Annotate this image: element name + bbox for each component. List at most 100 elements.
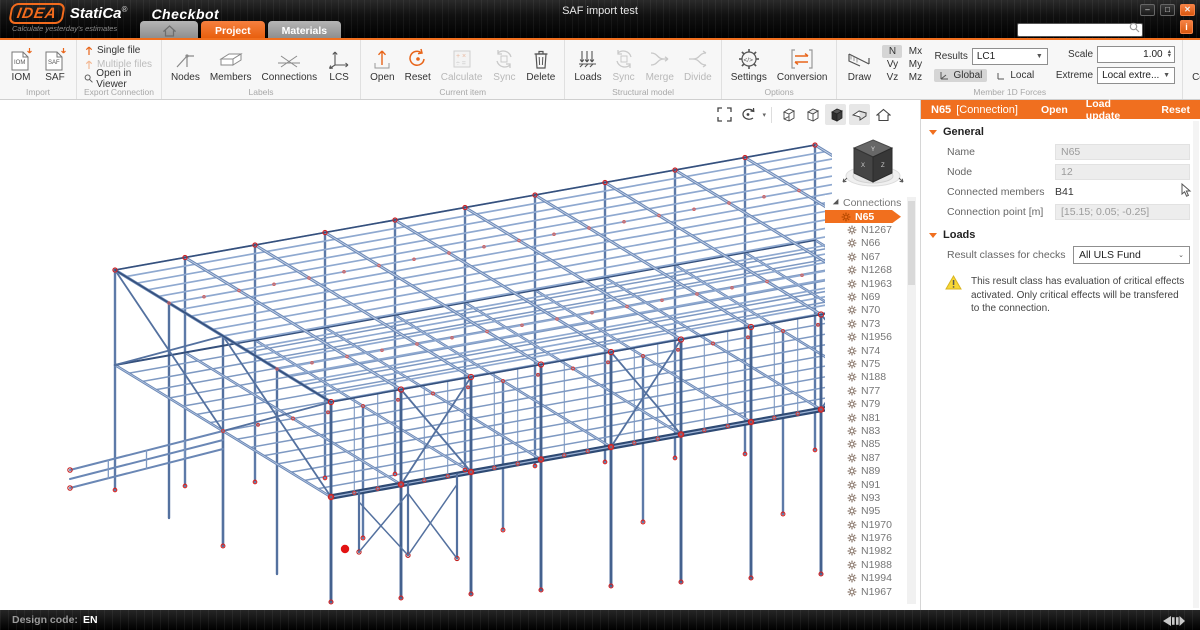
tree-item-connection[interactable]: N188	[825, 371, 920, 384]
tab-materials[interactable]: Materials	[268, 21, 342, 38]
scale-input[interactable]: 1.00 ▲▼	[1097, 46, 1175, 63]
tree-item-connection[interactable]: N1970	[825, 518, 920, 531]
sync-model-button[interactable]: Sync	[610, 45, 638, 84]
tree-item-connection[interactable]: N69	[825, 290, 920, 303]
force-Vz-toggle[interactable]: Vz	[882, 71, 902, 84]
merge-button[interactable]: Merge	[644, 45, 676, 84]
tree-item-connection[interactable]: N1982	[825, 545, 920, 558]
tree-item-connection[interactable]: N81	[825, 411, 920, 424]
tree-item-connection[interactable]: N93	[825, 491, 920, 504]
tree-item-connection[interactable]: N77	[825, 384, 920, 397]
tree-item-connection[interactable]: N87	[825, 451, 920, 464]
labels-nodes-toggle[interactable]: Nodes	[169, 45, 202, 84]
reset-item-button[interactable]: Reset	[403, 45, 433, 84]
tree-item-connection[interactable]: N83	[825, 424, 920, 437]
orbit-dropdown-chevron[interactable]: ▾	[762, 111, 766, 119]
tree-item-connection[interactable]: N1267	[825, 223, 920, 236]
minimize-button[interactable]: –	[1140, 4, 1155, 16]
force-Mx-toggle[interactable]: Mx	[904, 45, 926, 58]
divide-button[interactable]: Divide	[682, 45, 714, 84]
model-viewport[interactable]: ▾ Y X Z Con	[0, 100, 920, 610]
shaded-edges-view-button[interactable]	[801, 104, 822, 125]
orbit-button[interactable]	[738, 104, 759, 125]
load-update-button[interactable]: Load update	[1086, 98, 1144, 122]
tree-item-connection[interactable]: N70	[825, 304, 920, 317]
iom-import-button[interactable]: IOM IOM	[7, 45, 35, 84]
tab-project[interactable]: Project	[201, 21, 265, 38]
info-button[interactable]: i	[1180, 20, 1193, 34]
wireframe-view-button[interactable]	[777, 104, 798, 125]
sync-item-button[interactable]: Sync	[490, 45, 518, 84]
tree-item-connection[interactable]: N65	[825, 210, 901, 223]
maximize-button[interactable]: □	[1160, 4, 1175, 16]
draw-forces-button[interactable]: Draw	[844, 45, 874, 84]
tree-scrollbar[interactable]	[907, 197, 916, 604]
saf-import-button[interactable]: SAF SAF	[41, 45, 69, 84]
tree-item-connection[interactable]: N67	[825, 250, 920, 263]
tree-item-connection[interactable]: N66	[825, 237, 920, 250]
zoom-fit-button[interactable]	[714, 104, 735, 125]
properties-scrollbar[interactable]	[1193, 121, 1199, 608]
export-single-file-button[interactable]: Single file	[84, 44, 154, 57]
close-button[interactable]: ✕	[1180, 4, 1195, 16]
collapse-icon[interactable]	[929, 130, 937, 135]
force-N-toggle[interactable]: N	[882, 45, 902, 58]
force-Mz-toggle[interactable]: Mz	[904, 71, 926, 84]
tree-item-connection[interactable]: N1994	[825, 572, 920, 585]
chevron-down-icon: ⌄	[1178, 251, 1184, 259]
settings-button[interactable]: </> Settings	[729, 45, 769, 84]
tree-item-connection[interactable]: N1956	[825, 331, 920, 344]
labels-lcs-toggle[interactable]: LCS	[325, 45, 353, 84]
section-clip-button[interactable]	[849, 104, 870, 125]
open-connection-button[interactable]: Open	[1041, 104, 1068, 116]
tab-home[interactable]	[140, 21, 198, 38]
tree-item-connection[interactable]: N75	[825, 357, 920, 370]
open-arrow-icon	[372, 46, 392, 72]
home-view-button[interactable]	[873, 104, 894, 125]
tree-item-connection[interactable]: N1976	[825, 531, 920, 544]
results-dropdown[interactable]: LC1▼	[972, 48, 1048, 65]
section-general[interactable]: General	[921, 119, 1200, 142]
tree-scrollbar-thumb[interactable]	[908, 201, 915, 285]
tree-item-connection[interactable]: N1963	[825, 277, 920, 290]
conversion-button[interactable]: Conversion	[775, 45, 830, 84]
tree-item-connection[interactable]: N74	[825, 344, 920, 357]
result-classes-dropdown[interactable]: All ULS Fund ⌄	[1073, 246, 1190, 264]
labels-members-toggle[interactable]: Members	[208, 45, 254, 84]
structural-model-3d[interactable]	[0, 100, 920, 610]
calculate-button[interactable]: + ×÷ = Calculate	[439, 45, 485, 84]
global-toggle[interactable]: Global	[934, 69, 987, 82]
section-loads[interactable]: Loads	[921, 222, 1200, 245]
collapse-icon[interactable]	[929, 233, 937, 238]
tree-item-connection[interactable]: N79	[825, 397, 920, 410]
tree-item-connection[interactable]: N85	[825, 438, 920, 451]
tree-item-connection[interactable]: N1268	[825, 264, 920, 277]
extreme-dropdown[interactable]: Local extre...▼	[1097, 67, 1175, 84]
tree-root-connections[interactable]: Connections	[825, 195, 920, 210]
loads-button[interactable]: Loads	[572, 45, 603, 84]
svg-text:SAF: SAF	[48, 60, 60, 66]
reset-connection-button[interactable]: Reset	[1161, 104, 1190, 116]
solid-view-button[interactable]	[825, 104, 846, 125]
search-input[interactable]	[1017, 23, 1143, 37]
labels-connections-toggle[interactable]: Connections	[260, 45, 320, 84]
delete-item-button[interactable]: Delete	[524, 45, 557, 84]
tree-item-connection[interactable]: N1988	[825, 558, 920, 571]
spinner-arrows[interactable]: ▲▼	[1167, 50, 1172, 59]
tree-item-connection[interactable]: N1967	[825, 585, 920, 598]
tree-item-connection[interactable]: N89	[825, 464, 920, 477]
force-Vy-toggle[interactable]: Vy	[882, 58, 902, 71]
tree-expand-icon[interactable]	[833, 198, 841, 206]
tree-item-connection[interactable]: N95	[825, 505, 920, 518]
open-item-button[interactable]: Open	[368, 45, 396, 84]
tree-item-connection[interactable]: N91	[825, 478, 920, 491]
connected-members-value[interactable]: B41	[1055, 186, 1190, 198]
local-toggle[interactable]: Local	[991, 69, 1039, 82]
tree-item-connection[interactable]: N73	[825, 317, 920, 330]
navigation-cube[interactable]: Y X Z	[840, 132, 906, 199]
wireframe-cube-icon	[780, 107, 796, 123]
new-connection-button[interactable]: Connection	[1190, 45, 1200, 84]
open-in-viewer-button[interactable]: Open in Viewer	[84, 72, 154, 85]
force-My-toggle[interactable]: My	[904, 58, 926, 71]
extreme-label: Extreme	[1056, 70, 1093, 81]
